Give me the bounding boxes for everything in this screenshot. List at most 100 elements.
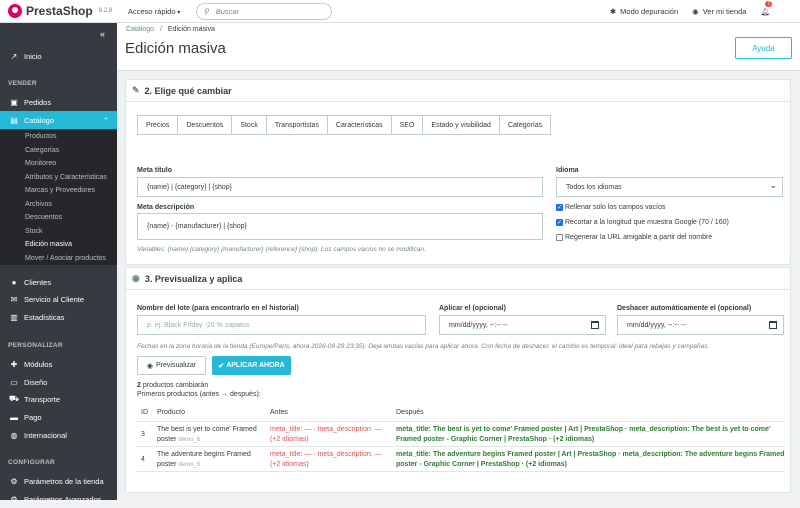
after-line: Framed poster - Graphic Corner | PrestaS… xyxy=(396,435,595,443)
undo-date-input[interactable]: mm/dd/yyyy, --:-- -- xyxy=(617,315,784,335)
sidebar-item-catalogo[interactable]: ▤ Catálogo ⌃ xyxy=(0,111,117,129)
meta-description-textarea[interactable]: {name} - {manufacturer} | {shop} xyxy=(137,213,543,240)
brand-logo[interactable]: PrestaShop 8.2.8 xyxy=(0,4,120,18)
help-button[interactable]: Ayuda xyxy=(735,37,792,59)
sidebar-item-diseno[interactable]: ▭ Diseño xyxy=(0,373,117,391)
view-store-label: Ver mi tienda xyxy=(702,6,747,16)
apply-now-label: APLICAR AHORA xyxy=(226,362,285,369)
tab-precios[interactable]: Precios xyxy=(138,116,179,134)
sidebar-section-vender: VENDER xyxy=(8,80,37,87)
trending-icon: ↗ xyxy=(10,51,18,61)
search-placeholder: Buscar xyxy=(215,6,240,16)
apply-date-label: Aplicar el (opcional) xyxy=(439,305,506,312)
tab-stock[interactable]: Stock xyxy=(232,116,267,134)
sidebar-item-modulos[interactable]: ✚ Módulos xyxy=(0,355,117,373)
sidebar-item-servicio[interactable]: ✉ Servicio al Cliente xyxy=(0,290,117,308)
sidebar-sub-edicion-masiva[interactable]: Edición masiva xyxy=(0,238,117,252)
sidebar-item-label: Parámetros Avanzados xyxy=(24,494,102,504)
step2-title: 2. Elige qué cambiar xyxy=(144,85,232,96)
row-product-name[interactable]: The adventure begins Framed poster demo_5 xyxy=(157,450,251,470)
view-store-link[interactable]: ◉ Ver mi tienda xyxy=(692,7,746,16)
prestashop-logo-icon xyxy=(8,4,22,18)
variables-hint: Variables: {name} {category} {manufactur… xyxy=(137,246,426,253)
quick-access-menu[interactable]: Acceso rápido xyxy=(128,7,180,16)
search-input[interactable]: ⚲ Buscar xyxy=(196,2,333,20)
sidebar-item-label: Internacional xyxy=(24,430,67,440)
sidebar-item-transporte[interactable]: ⛟ Transporte xyxy=(0,390,117,408)
pencil-icon: ✎ xyxy=(132,85,140,95)
after-line: meta_title: The best is yet to come' Fra… xyxy=(396,426,771,433)
sidebar-item-estadisticas[interactable]: ▥ Estadísticas xyxy=(0,308,117,326)
row-after: meta_title: The adventure begins Framed … xyxy=(396,450,784,469)
tab-descuentos[interactable]: Descuentos xyxy=(178,116,233,134)
language-select[interactable]: Todos los idiomas xyxy=(556,177,783,197)
preview-button[interactable]: ◉ Previsualizar xyxy=(137,356,206,375)
checkbox-checked xyxy=(556,219,563,226)
meta-description-label: Meta descripción xyxy=(137,204,195,211)
sidebar-sub-marcas[interactable]: Marcas y Proveedores xyxy=(0,184,117,198)
step2-header: ✎ 2. Elige qué cambiar xyxy=(126,80,790,102)
row-after: meta_title: The best is yet to come' Fra… xyxy=(396,425,771,444)
bar-chart-icon: ▥ xyxy=(10,312,18,322)
eye-icon: ◉ xyxy=(132,273,140,283)
apply-date-input[interactable]: mm/dd/yyyy, --:-- -- xyxy=(439,315,606,335)
sidebar-sub-descuentos[interactable]: Descuentos xyxy=(0,211,117,225)
sidebar-item-label: Parámetros de la tienda xyxy=(24,476,104,486)
batch-name-input[interactable]: p. ej. Black Friday -20 % zapatos xyxy=(137,315,426,335)
sidebar-item-pedidos[interactable]: ▣ Pedidos xyxy=(0,93,117,111)
tab-caracteristicas[interactable]: Características xyxy=(328,116,392,134)
breadcrumb-parent[interactable]: Catálogo xyxy=(126,26,154,33)
store-icon: ▤ xyxy=(10,115,18,125)
sidebar-item-parametros-avanzados[interactable]: ⚙ Parámetros Avanzados xyxy=(0,490,117,508)
table-divider xyxy=(137,471,785,472)
sidebar-section-personalizar: PERSONALIZAR xyxy=(8,342,63,349)
sidebar-sub-categorias[interactable]: Categorías xyxy=(0,143,117,157)
tab-seo[interactable]: SEO xyxy=(392,116,424,134)
product-name-line: The best is yet to come' Framed xyxy=(157,426,257,433)
tab-categorias[interactable]: Categorías xyxy=(500,116,550,134)
regenerate-url-checkbox[interactable]: Regenerar la URL amigable a partir del n… xyxy=(556,234,712,241)
summary-text: productos cambiarán xyxy=(140,382,209,389)
sidebar-item-internacional[interactable]: ◍ Internacional xyxy=(0,426,117,444)
tab-estado-visibilidad[interactable]: Estado y visibilidad xyxy=(423,116,500,134)
notifications-button[interactable]: 🔔︎ 7 xyxy=(760,0,773,16)
sidebar-item-label: Clientes xyxy=(24,277,52,287)
sidebar-sub-productos[interactable]: Productos xyxy=(0,130,117,144)
calendar-icon[interactable] xyxy=(769,321,777,329)
sidebar-sub-atributos[interactable]: Atributos y Características xyxy=(0,170,117,184)
eye-icon: ◉ xyxy=(692,6,699,16)
tab-transportistas[interactable]: Transportistas xyxy=(267,116,328,134)
regenerate-url-label: Regenerar la URL amigable a partir del n… xyxy=(565,234,713,241)
sidebar-sub-archivos[interactable]: Archivos xyxy=(0,197,117,211)
trim-length-checkbox[interactable]: Recortar a la longitud que muestra Googl… xyxy=(556,219,729,226)
sidebar-item-label: Catálogo xyxy=(24,115,55,125)
debug-mode-label: Modo depuración xyxy=(620,6,679,16)
collapse-sidebar-icon[interactable]: « xyxy=(100,29,105,39)
debug-mode-link[interactable]: ✱ Modo depuración xyxy=(610,7,678,16)
apply-now-button[interactable]: ✔ APLICAR AHORA xyxy=(212,356,291,375)
table-divider xyxy=(137,446,785,447)
sidebar-sub-monitoreo[interactable]: Monitoreo xyxy=(0,157,117,171)
version-label: 8.2.8 xyxy=(98,8,113,14)
inbox-icon: ▣ xyxy=(10,97,18,107)
step3-title: 3. Previsualiza y aplica xyxy=(144,273,243,284)
row-product-name[interactable]: The best is yet to come' Framed poster de… xyxy=(157,425,257,445)
breadcrumb-current: Edición masiva xyxy=(167,26,215,33)
bell-icon: 🔔︎ xyxy=(760,6,770,16)
meta-title-input[interactable]: {name} | {category} | {shop} xyxy=(137,177,543,197)
sidebar-sub-stock[interactable]: Stock xyxy=(0,224,117,238)
sidebar-item-inicio[interactable]: ↗ Inicio xyxy=(0,47,117,65)
sidebar-item-parametros-tienda[interactable]: ⚙ Parámetros de la tienda xyxy=(0,472,117,490)
sidebar-item-label: Diseño xyxy=(24,377,48,387)
search-icon: ⚲ xyxy=(203,6,209,16)
sidebar-item-pago[interactable]: ▬ Pago xyxy=(0,408,117,426)
check-icon: ✔ xyxy=(218,362,225,370)
sidebar-item-label: Estadísticas xyxy=(24,312,65,322)
row-before: meta_title: — · meta_description: — (+2 i… xyxy=(270,450,382,469)
fill-empty-checkbox[interactable]: Rellenar solo los campos vacíos xyxy=(556,204,665,211)
sidebar-item-clientes[interactable]: ● Clientes xyxy=(0,273,117,291)
calendar-icon[interactable] xyxy=(591,321,599,329)
sidebar-item-label: Transporte xyxy=(24,394,60,404)
column-header-id: ID xyxy=(141,409,148,416)
sidebar-sub-mover-asociar[interactable]: Mover / Asociar productos xyxy=(0,251,117,265)
